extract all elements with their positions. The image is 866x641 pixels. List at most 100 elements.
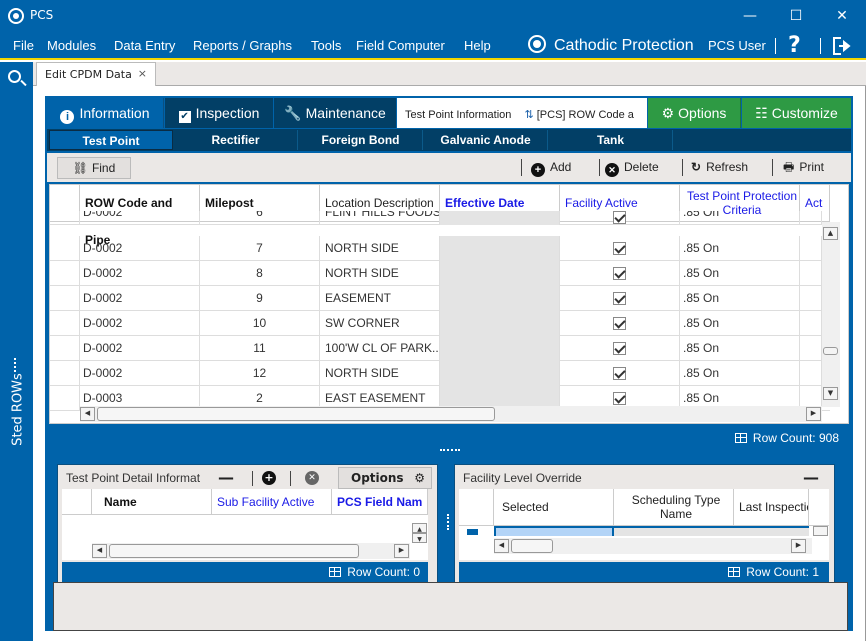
- horizontal-scrollbar[interactable]: ◀ ▶: [80, 406, 822, 422]
- checkbox-icon[interactable]: [613, 367, 626, 381]
- menu-data-entry[interactable]: Data Entry: [114, 38, 175, 53]
- menu-file[interactable]: File: [13, 38, 34, 53]
- cell-sel[interactable]: [50, 311, 80, 336]
- col-last-inspection[interactable]: Last Inspectic: [734, 489, 809, 526]
- cell-location[interactable]: 100'W CL OF PARK...: [320, 336, 440, 361]
- subtab-rectifier[interactable]: Rectifier: [174, 130, 298, 150]
- cell-facility-active[interactable]: [560, 311, 680, 336]
- cell-location[interactable]: NORTH SIDE: [320, 236, 440, 261]
- cell-criteria[interactable]: .85 On: [680, 361, 800, 386]
- cell-effective-date[interactable]: [440, 236, 560, 261]
- scroll-right-button[interactable]: ▶: [806, 407, 821, 421]
- cell-criteria[interactable]: .85 On: [680, 211, 800, 225]
- cell-act[interactable]: [800, 286, 822, 311]
- add-circle-icon[interactable]: +: [262, 471, 276, 485]
- scroll-right-button[interactable]: ▶: [394, 544, 409, 558]
- cell-effective-date[interactable]: [440, 286, 560, 311]
- table-row[interactable]: D-0002 6 FLINT HILLS FOODS .85 On: [50, 211, 830, 225]
- collapse-icon[interactable]: —: [803, 468, 819, 487]
- collapse-icon[interactable]: —: [218, 468, 234, 487]
- delete-button[interactable]: ✕ Delete: [605, 157, 659, 179]
- menu-field-computer[interactable]: Field Computer: [356, 38, 445, 53]
- cell-location[interactable]: SW CORNER: [320, 311, 440, 336]
- checkbox-icon[interactable]: [613, 211, 626, 224]
- cell-milepost[interactable]: 8: [200, 261, 320, 286]
- menu-modules[interactable]: Modules: [47, 38, 96, 53]
- subtab-galvanic-anode[interactable]: Galvanic Anode: [424, 130, 548, 150]
- cell-milepost[interactable]: 11: [200, 336, 320, 361]
- table-row[interactable]: D-0002 11 100'W CL OF PARK... .85 On: [50, 336, 830, 361]
- close-tab-icon[interactable]: ×: [138, 67, 147, 80]
- cell-act[interactable]: [800, 236, 822, 261]
- checkbox-icon[interactable]: [613, 342, 626, 356]
- cell-sel[interactable]: [50, 211, 80, 225]
- cell-sel[interactable]: [50, 361, 80, 386]
- scroll-right-button[interactable]: ▶: [791, 539, 806, 553]
- col-sub-facility-active[interactable]: Sub Facility Active: [212, 489, 332, 515]
- horizontal-scrollbar[interactable]: ◀ ▶: [494, 538, 812, 554]
- checkbox-icon[interactable]: [613, 267, 626, 281]
- cell-facility-active[interactable]: [560, 336, 680, 361]
- selected-cell[interactable]: [494, 526, 614, 536]
- cell-sel[interactable]: [50, 286, 80, 311]
- scroll-left-button[interactable]: ◀: [494, 539, 509, 553]
- col-pcs-field-name[interactable]: PCS Field Nam: [332, 489, 428, 515]
- cell-facility-active[interactable]: [560, 211, 680, 225]
- cell-row-code[interactable]: D-0002: [80, 236, 200, 261]
- cell-effective-date[interactable]: [440, 311, 560, 336]
- cell-act[interactable]: [800, 311, 822, 336]
- cell-location[interactable]: FLINT HILLS FOODS: [320, 211, 440, 225]
- row-checkbox[interactable]: [467, 529, 478, 535]
- menu-help[interactable]: Help: [464, 38, 491, 53]
- scroll-up-button[interactable]: ▲: [823, 227, 838, 240]
- tab-information[interactable]: i Information: [47, 98, 164, 128]
- subtab-test-point[interactable]: Test Point: [49, 130, 173, 150]
- cell-sel[interactable]: [50, 236, 80, 261]
- sort-icon[interactable]: ⇅: [524, 109, 533, 121]
- menu-reports-graphs[interactable]: Reports / Graphs: [193, 38, 292, 53]
- col-selected[interactable]: Selected: [494, 489, 614, 526]
- subtab-tank[interactable]: Tank: [549, 130, 673, 150]
- cell-effective-date[interactable]: [440, 361, 560, 386]
- col-scheduling-type-name[interactable]: Scheduling Type Name: [614, 489, 734, 526]
- cell-row-code[interactable]: D-0002: [80, 211, 200, 225]
- col-name[interactable]: Name: [92, 489, 212, 515]
- scroll-thumb[interactable]: [109, 544, 359, 558]
- checkbox-icon[interactable]: [613, 392, 626, 406]
- checkbox-icon[interactable]: [613, 242, 626, 256]
- scroll-down-button[interactable]: ▼: [412, 533, 427, 543]
- cell-milepost[interactable]: 9: [200, 286, 320, 311]
- scroll-thumb[interactable]: [97, 407, 495, 421]
- panel-options-button[interactable]: Options ⚙: [338, 467, 432, 489]
- cell-location[interactable]: EASEMENT: [320, 286, 440, 311]
- vertical-scrollbar[interactable]: ▲ ▼: [822, 222, 840, 407]
- cell-sel[interactable]: [50, 386, 80, 411]
- cell-milepost[interactable]: 10: [200, 311, 320, 336]
- scroll-up-button[interactable]: [813, 526, 828, 536]
- cell-act[interactable]: [800, 336, 822, 361]
- cell-act[interactable]: [800, 261, 822, 286]
- checkbox-icon[interactable]: [613, 317, 626, 331]
- cell-row-code[interactable]: D-0002: [80, 261, 200, 286]
- scroll-up-button[interactable]: ▲: [412, 523, 427, 533]
- find-button[interactable]: ⛓ Find: [57, 157, 131, 179]
- cell-act[interactable]: [800, 211, 822, 225]
- close-button[interactable]: ✕: [819, 0, 865, 32]
- customize-button[interactable]: ☷ Customize: [742, 98, 851, 128]
- scroll-down-button[interactable]: ▼: [823, 387, 838, 400]
- menu-tools[interactable]: Tools: [311, 38, 341, 53]
- maximize-button[interactable]: ☐: [773, 0, 819, 32]
- cell-criteria[interactable]: .85 On: [680, 336, 800, 361]
- subtab-foreign-bond[interactable]: Foreign Bond: [299, 130, 423, 150]
- add-button[interactable]: + Add: [531, 157, 571, 179]
- cell-act[interactable]: [800, 361, 822, 386]
- cell-milepost[interactable]: 7: [200, 236, 320, 261]
- cell-criteria[interactable]: .85 On: [680, 311, 800, 336]
- user-name[interactable]: PCS User: [708, 38, 766, 53]
- scroll-left-button[interactable]: ◀: [92, 544, 107, 558]
- cell-effective-date[interactable]: [440, 336, 560, 361]
- refresh-button[interactable]: ↻ Refresh: [691, 157, 748, 179]
- table-row[interactable]: D-0002 8 NORTH SIDE .85 On: [50, 261, 830, 286]
- cell-milepost[interactable]: 6: [200, 211, 320, 225]
- tab-maintenance[interactable]: 🔧 Maintenance: [274, 98, 396, 128]
